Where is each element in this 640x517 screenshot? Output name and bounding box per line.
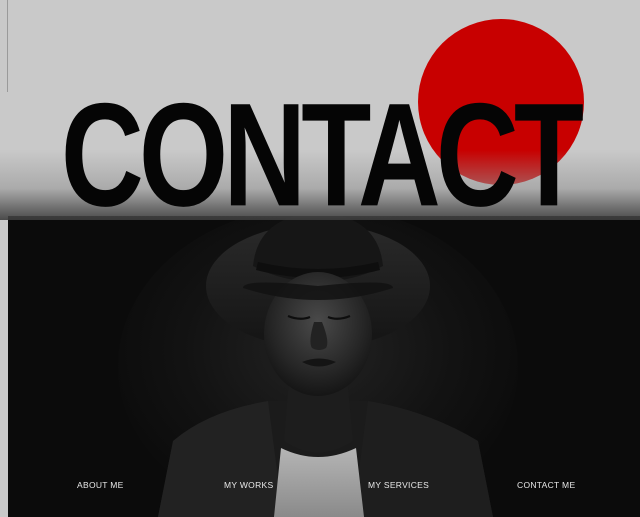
corner-divider-line (7, 0, 8, 92)
nav-link-my-works[interactable]: MY WORKS (224, 480, 273, 490)
hero-photo-panel (8, 216, 640, 517)
nav-link-about-me[interactable]: ABOUT ME (77, 480, 124, 490)
nav-link-my-services[interactable]: MY SERVICES (368, 480, 429, 490)
contact-page: CONTACT ABOUT ME MY WORKS MY SERVICES CO… (0, 0, 640, 517)
page-title: CONTACT (60, 72, 584, 237)
bottom-navigation: ABOUT ME MY WORKS MY SERVICES CONTACT ME (0, 480, 640, 496)
nav-link-contact-me[interactable]: CONTACT ME (517, 480, 575, 490)
portrait-image (8, 216, 640, 517)
